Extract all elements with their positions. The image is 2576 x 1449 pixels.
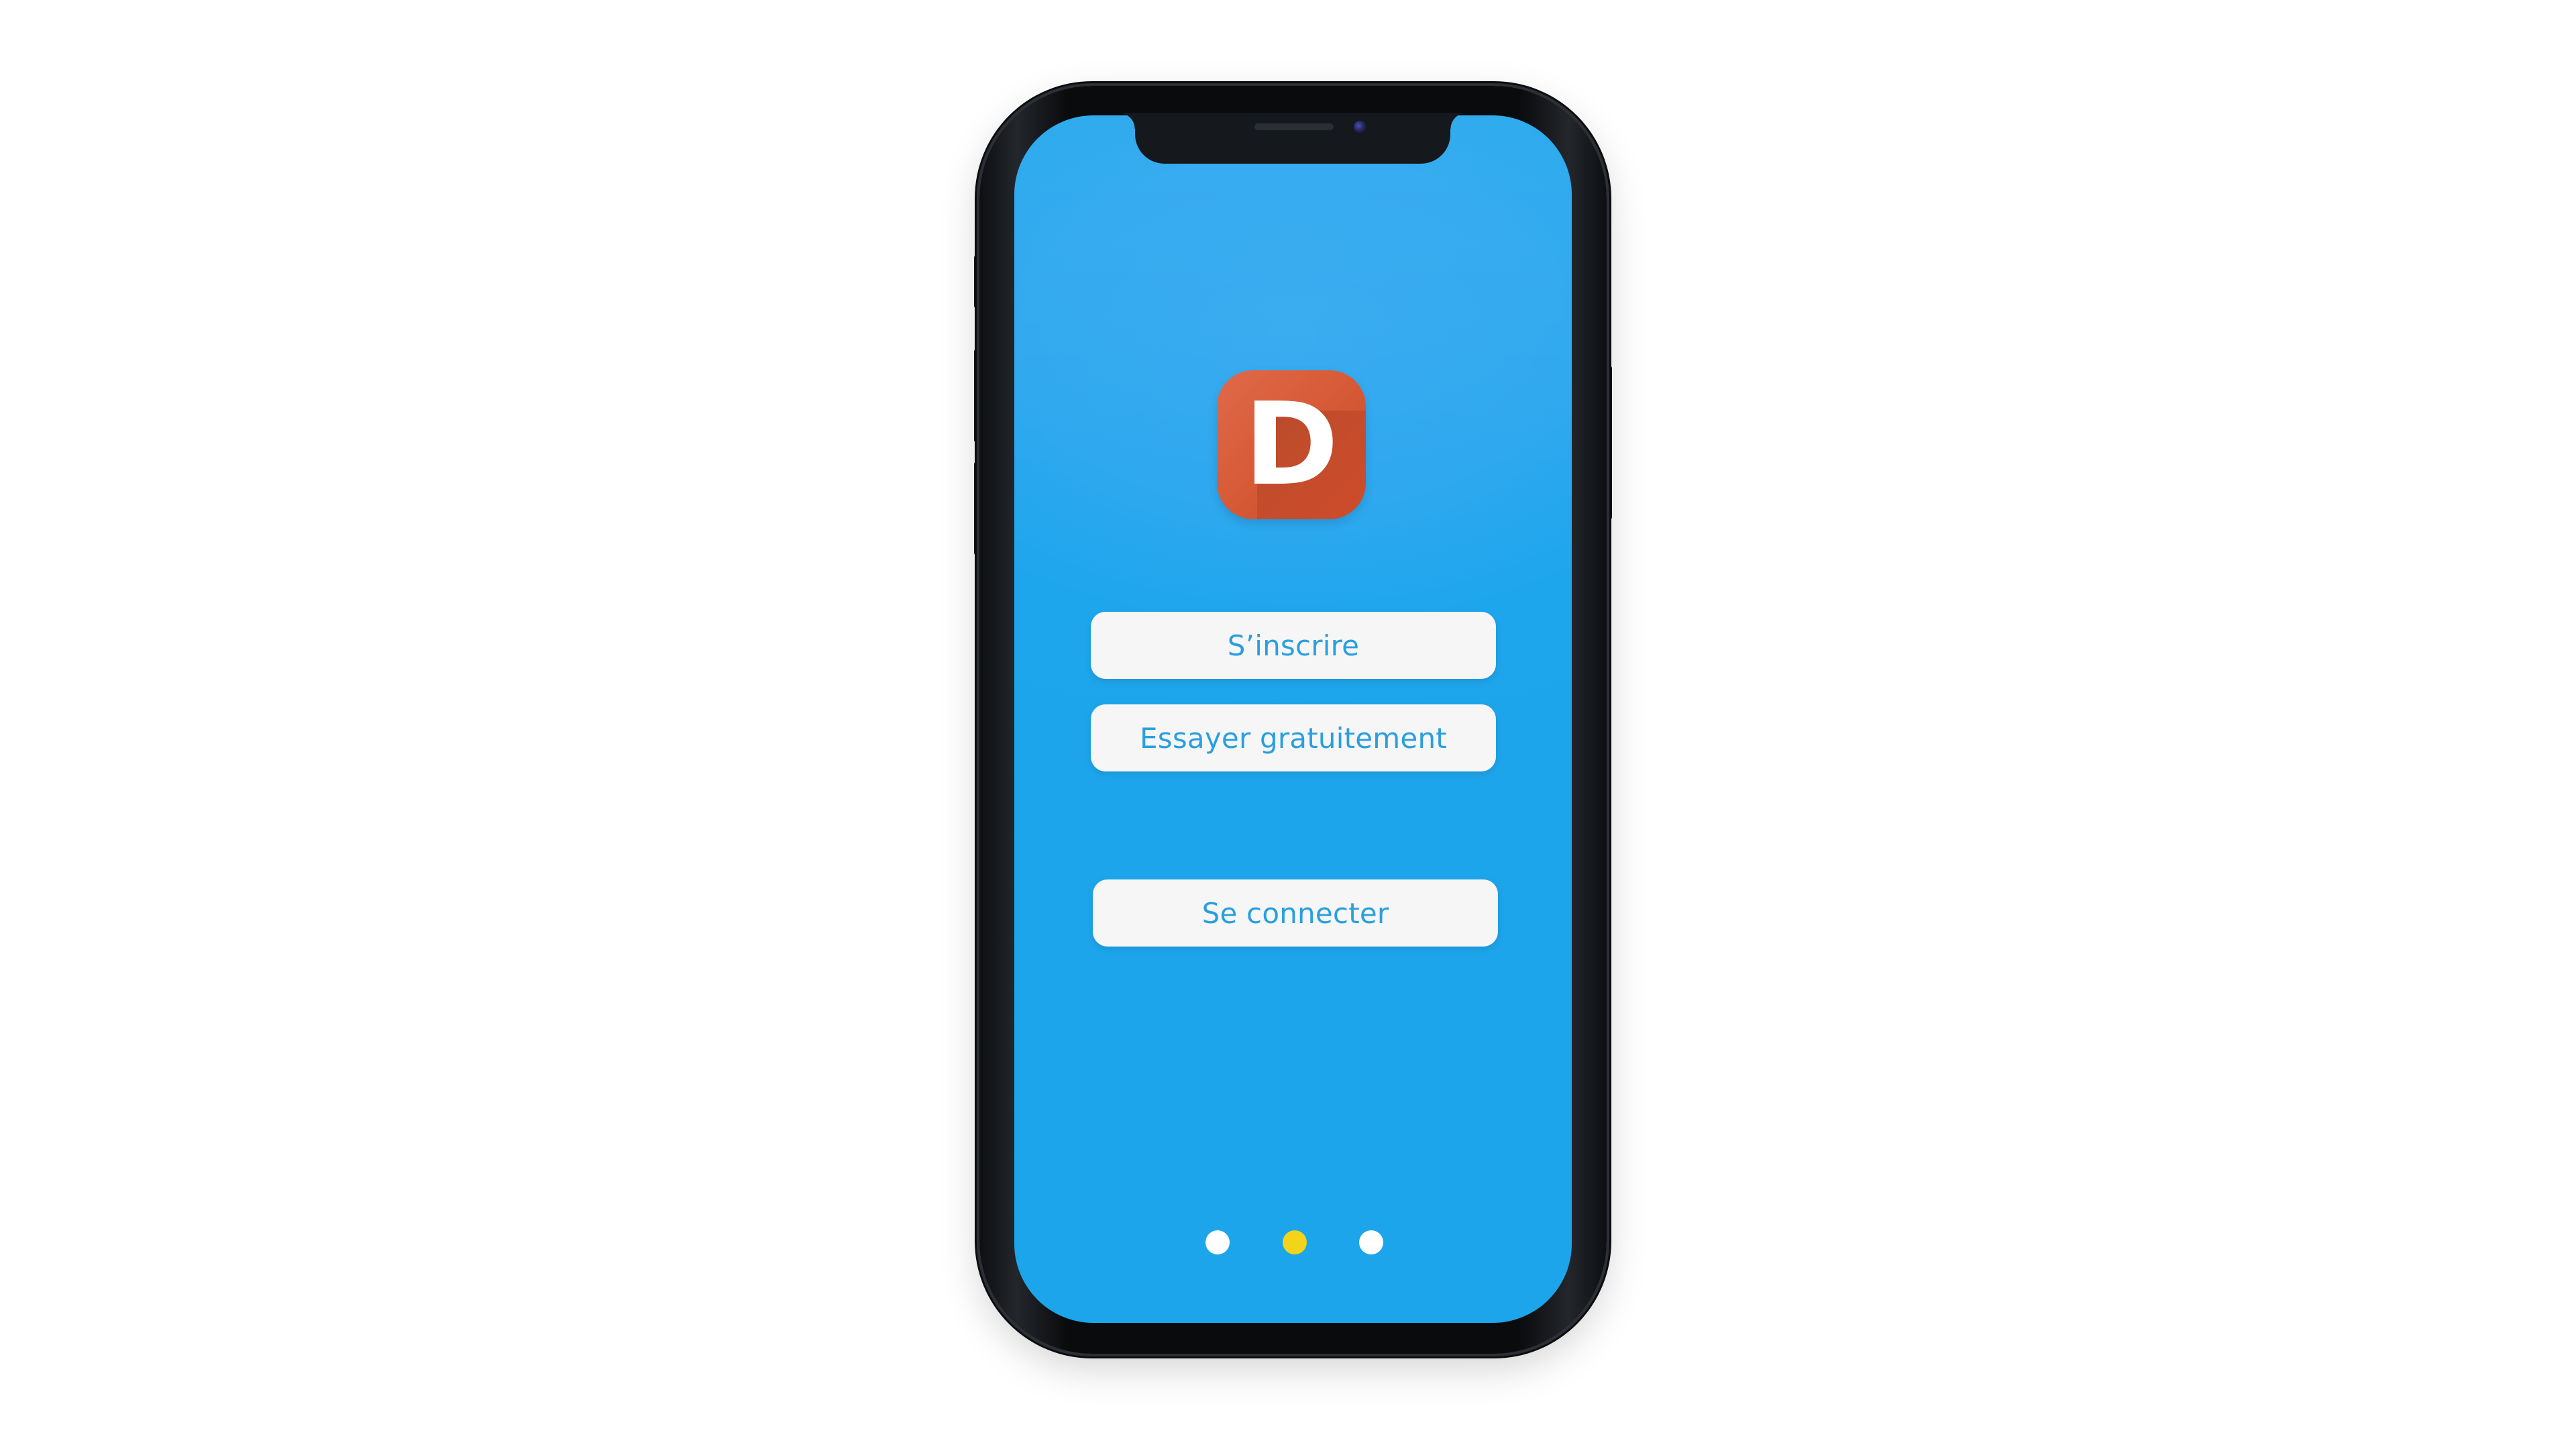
speaker-grille — [1254, 123, 1334, 130]
app-logo-letter: D — [1244, 378, 1339, 511]
login-button[interactable]: Se connecter — [1093, 879, 1498, 947]
signup-button[interactable]: S’inscrire — [1091, 612, 1496, 679]
front-camera-icon — [1354, 121, 1366, 133]
page-indicator-dot-1[interactable] — [1205, 1230, 1230, 1254]
phone-notch — [1119, 113, 1466, 164]
app-logo: D — [1217, 370, 1366, 519]
page-indicator-dot-3[interactable] — [1359, 1230, 1383, 1254]
free-trial-button[interactable]: Essayer gratuitement — [1091, 704, 1496, 771]
stage: D S’inscrire Essayer gratuitement Se con… — [0, 0, 2576, 1449]
page-indicator-dot-2-active[interactable] — [1283, 1230, 1307, 1254]
